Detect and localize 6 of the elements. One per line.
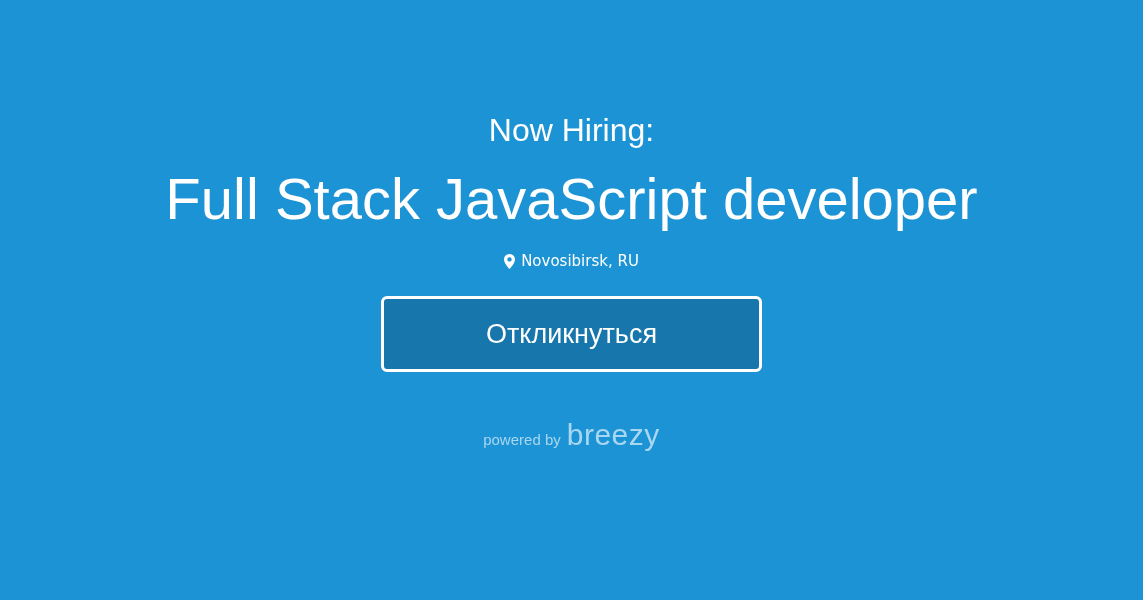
powered-by-text: powered by: [483, 431, 561, 448]
apply-button[interactable]: Откликнуться: [381, 296, 762, 372]
job-title: Full Stack JavaScript developer: [165, 165, 978, 233]
now-hiring-heading: Now Hiring:: [488, 111, 655, 150]
job-location: Novosibirsk, RU: [521, 252, 639, 270]
map-pin-icon: [504, 253, 516, 269]
